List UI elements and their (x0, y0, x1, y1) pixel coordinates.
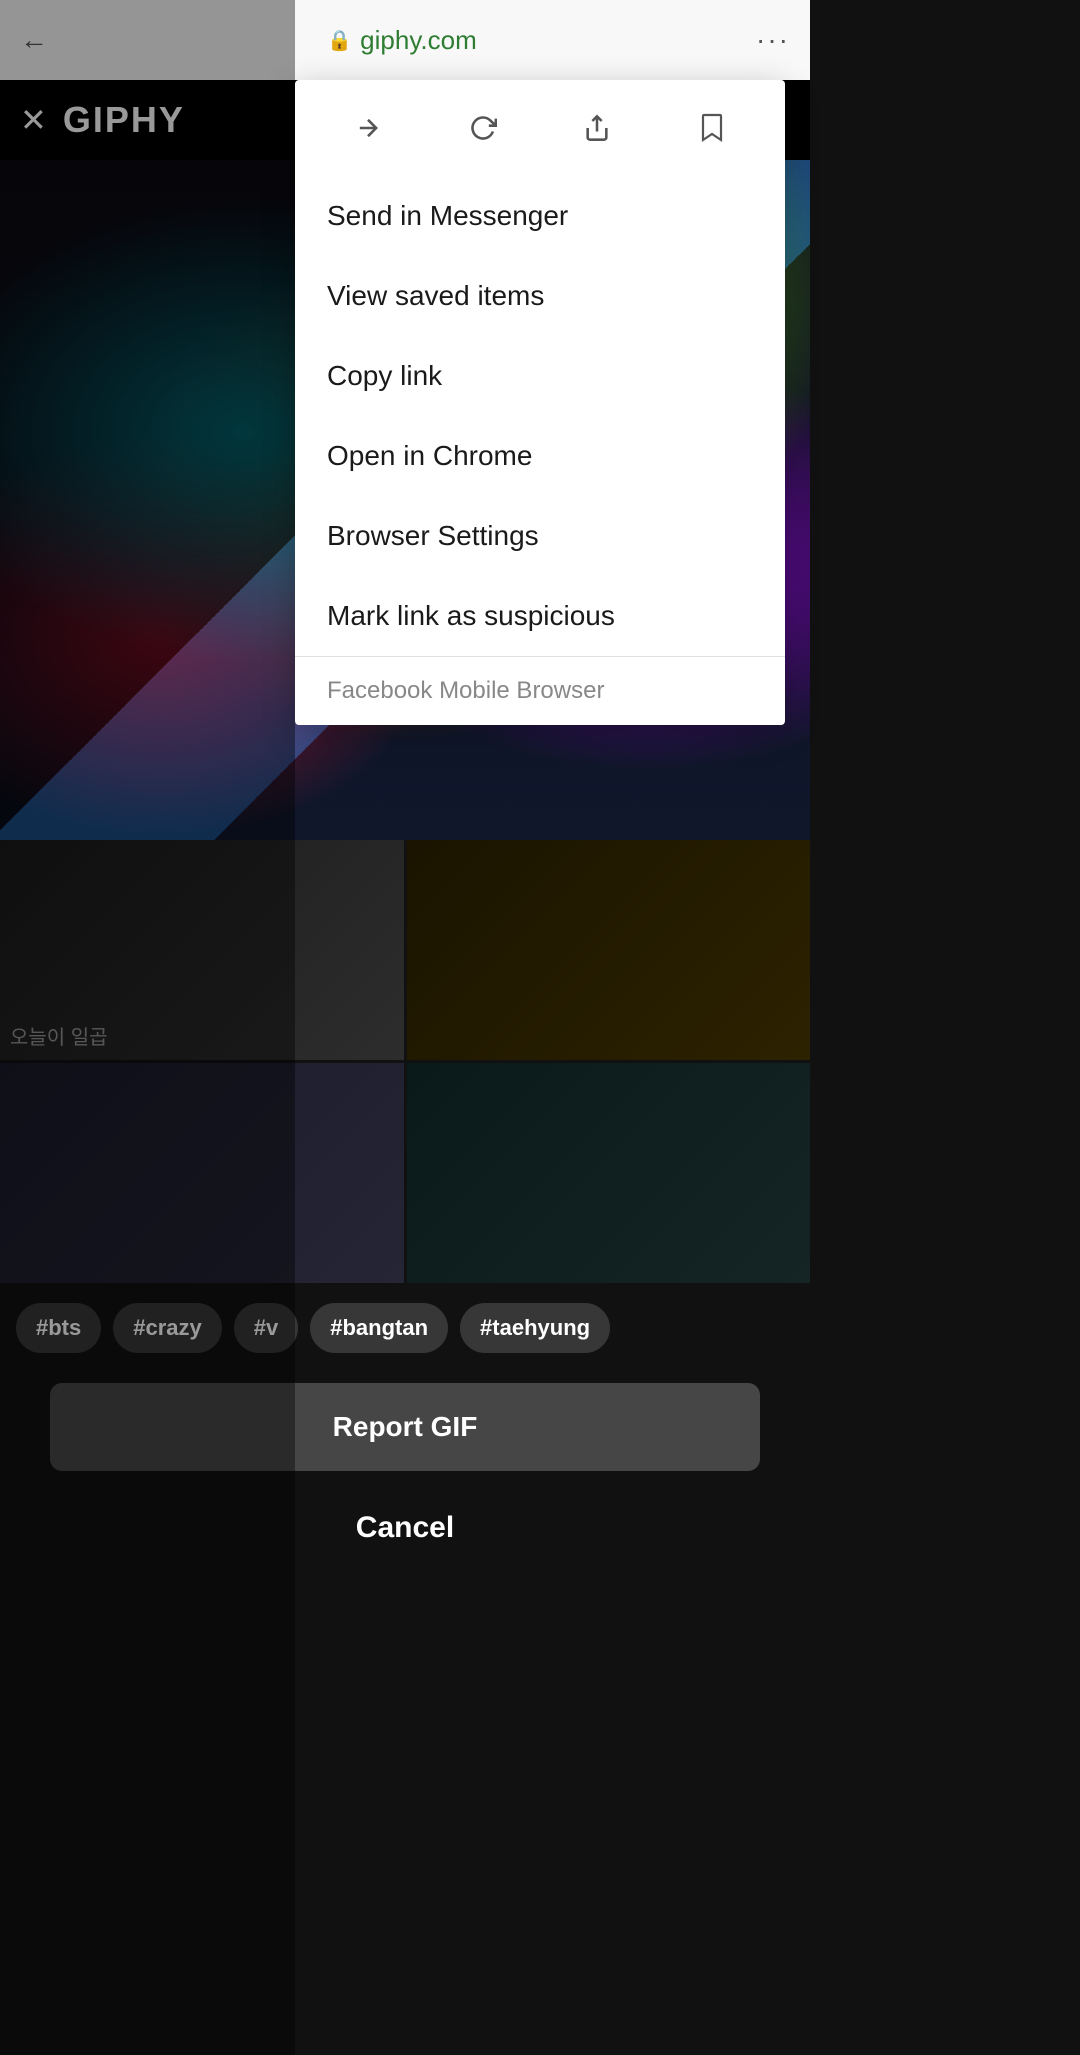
tag-bangtan[interactable]: #bangtan (310, 1303, 448, 1353)
browser-settings-item[interactable]: Browser Settings (295, 496, 785, 576)
bookmark-button[interactable] (688, 104, 736, 152)
tag-taehyung[interactable]: #taehyung (460, 1303, 610, 1353)
forward-button[interactable] (344, 104, 392, 152)
grid-item[interactable] (407, 840, 811, 1060)
reload-button[interactable] (459, 104, 507, 152)
view-saved-items-item[interactable]: View saved items (295, 256, 785, 336)
grid-item[interactable] (407, 1063, 811, 1283)
url-text: giphy.com (360, 25, 477, 56)
mark-suspicious-item[interactable]: Mark link as suspicious (295, 576, 785, 656)
dropdown-menu: Send in Messenger View saved items Copy … (295, 80, 785, 725)
dropdown-footer-label: Facebook Mobile Browser (295, 657, 785, 725)
share-button[interactable] (573, 104, 621, 152)
dropdown-toolbar (295, 80, 785, 176)
overlay-left (0, 0, 295, 2055)
send-in-messenger-item[interactable]: Send in Messenger (295, 176, 785, 256)
more-button[interactable]: ··· (756, 24, 790, 56)
url-area[interactable]: 🔒 giphy.com (327, 25, 476, 56)
copy-link-item[interactable]: Copy link (295, 336, 785, 416)
lock-icon: 🔒 (327, 28, 352, 53)
open-in-chrome-item[interactable]: Open in Chrome (295, 416, 785, 496)
